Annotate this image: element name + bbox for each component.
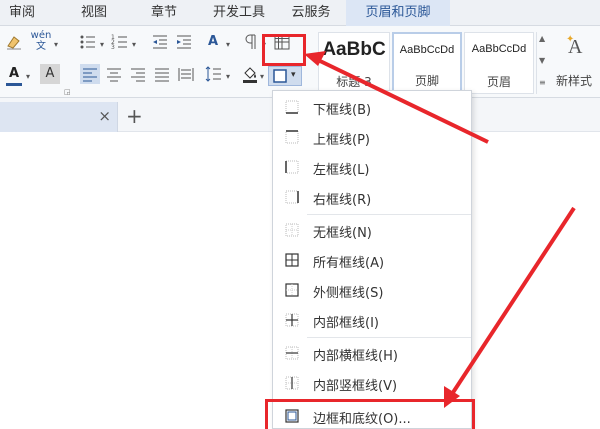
arrowhead [444, 386, 460, 408]
arrow-line [450, 206, 576, 396]
annotation-arrows [304, 51, 576, 408]
arrow-line [317, 58, 489, 144]
